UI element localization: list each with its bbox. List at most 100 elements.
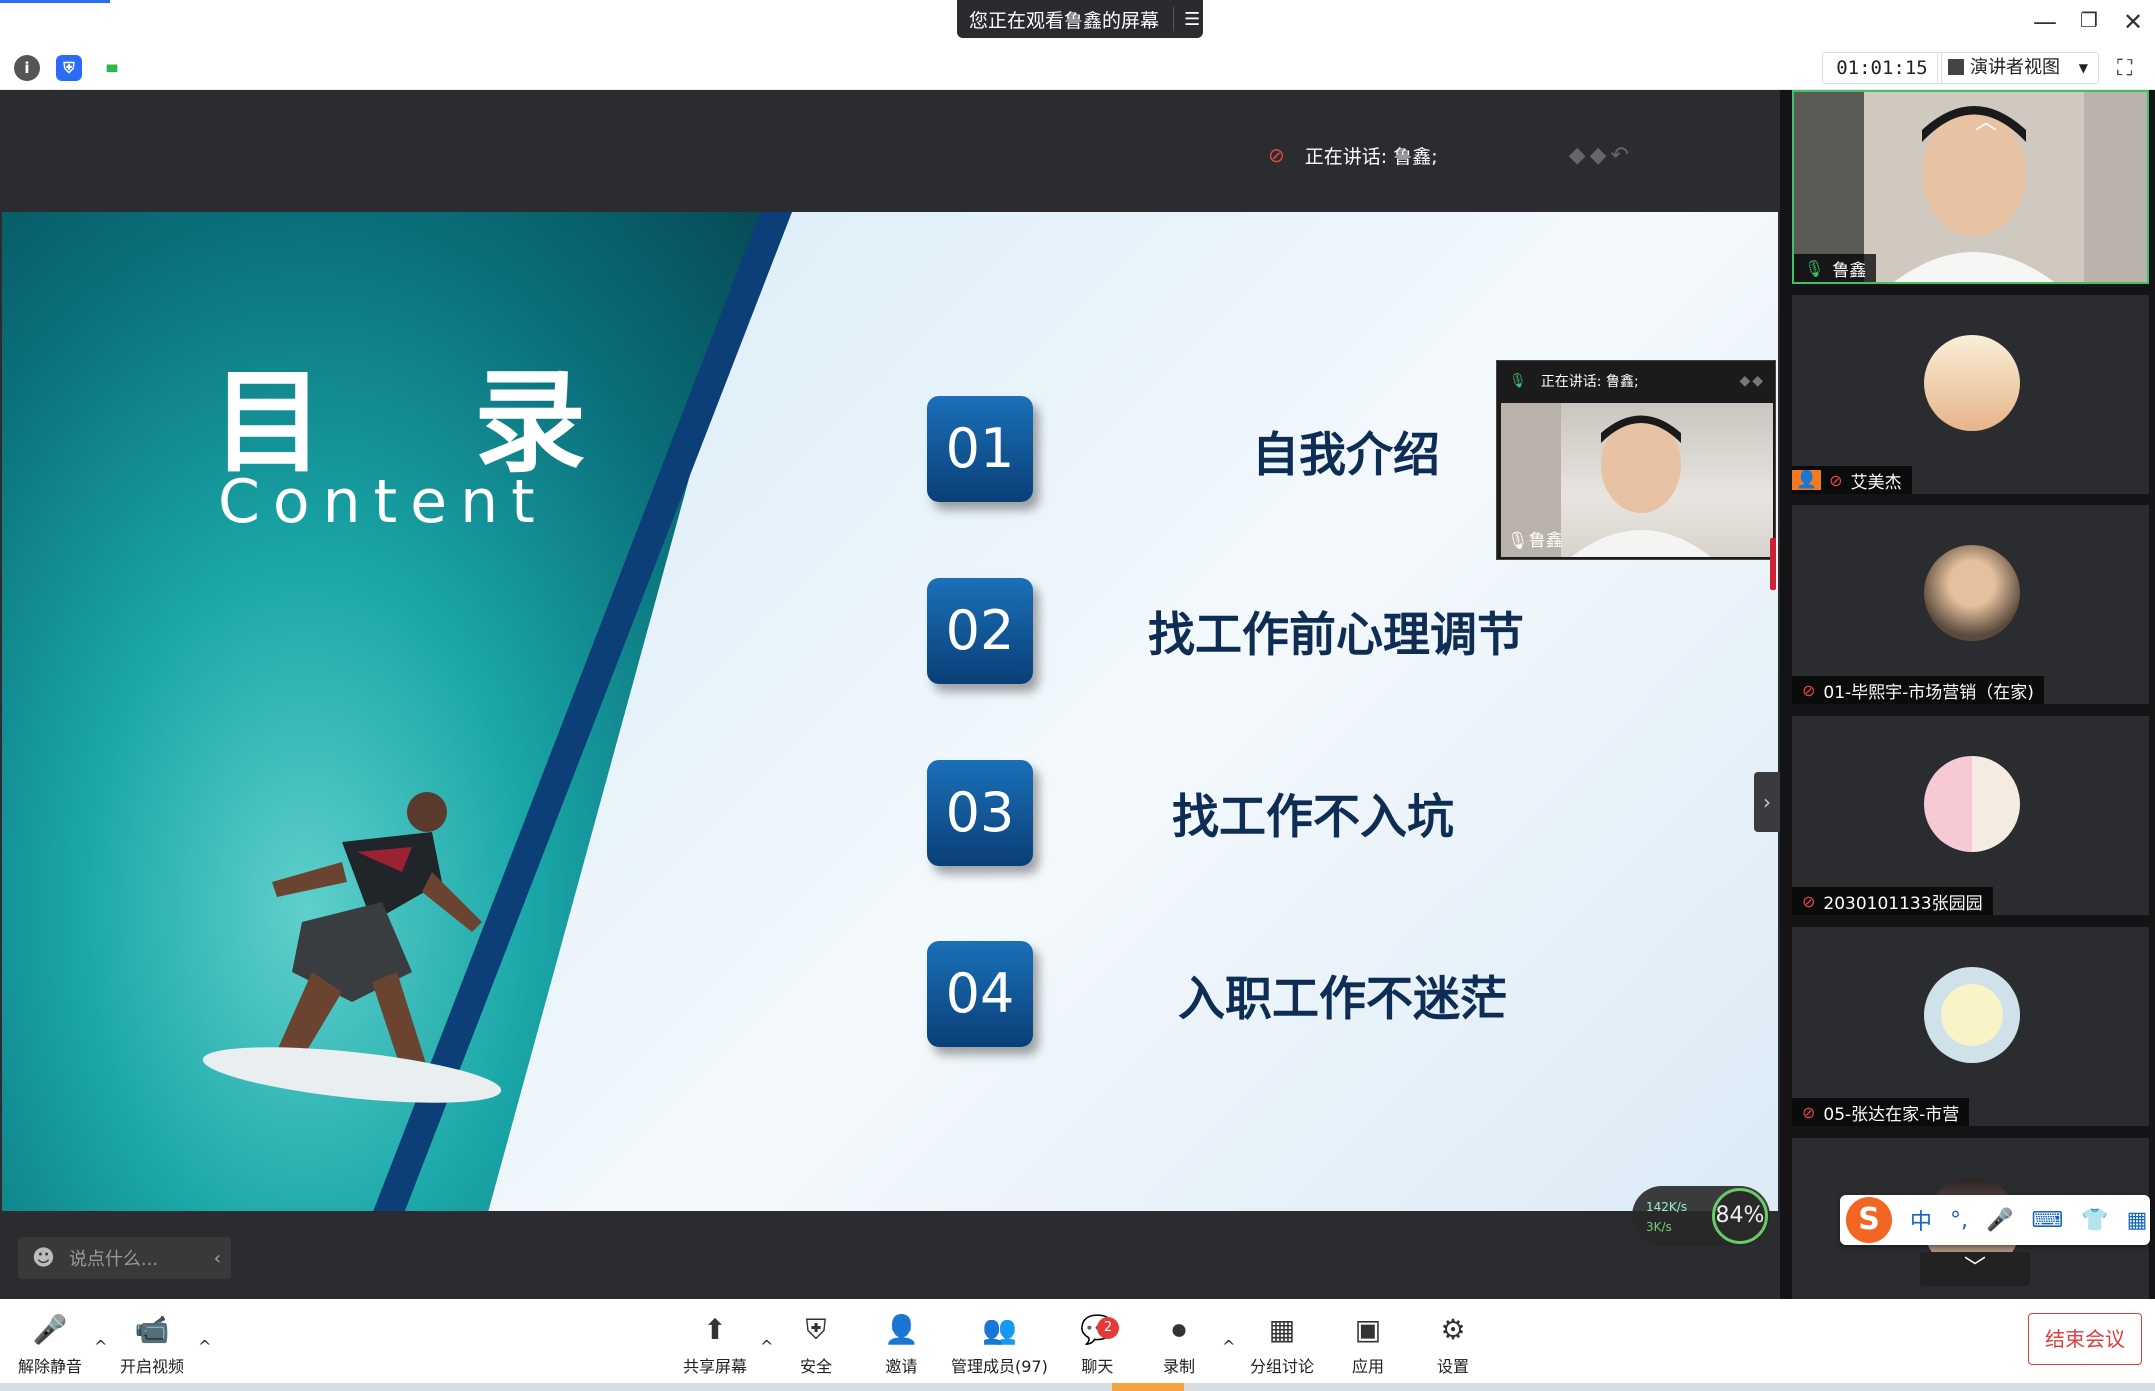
pip-resize-handle[interactable] bbox=[1770, 538, 1776, 590]
chevron-up-icon[interactable]: ︿ bbox=[1975, 104, 1997, 136]
chat-label: 聊天 bbox=[1081, 1357, 1114, 1376]
chat-unread-badge: 2 bbox=[1097, 1317, 1119, 1339]
signal-icon[interactable]: ▮▮▮ bbox=[98, 55, 124, 81]
emoji-icon[interactable]: ☻ bbox=[32, 1246, 55, 1271]
meeting-controls-bar: 🎤 解除静音 ^ 📹 开启视频 ^ ⬆ 共享屏幕 ^ ⛨ 安全 👤 邀请 👥 管理成员(97… bbox=[0, 1299, 2155, 1391]
annotation-arrows-icon[interactable]: ◆◆↶ bbox=[1569, 143, 1633, 168]
speaker-video-pip[interactable]: 🎙 正在讲话: 鲁鑫; ◆◆ 🎙鲁鑫 bbox=[1496, 360, 1776, 560]
banner-menu-icon[interactable]: ☰ bbox=[1184, 9, 1200, 30]
restore-button[interactable]: ❐ bbox=[2069, 8, 2109, 32]
start-video-button[interactable]: 📹 开启视频 bbox=[120, 1313, 184, 1377]
participants-sidebar: ︿ 🎙 鲁鑫 👤 ⊘ 艾美杰 ⊘ 01-毕熙宇-市场营销（在家) ⊘ 2030101133… bbox=[1780, 90, 2155, 1299]
chat-placeholder: 说点什么... bbox=[68, 1249, 159, 1270]
item-text-2: 找工作前心理调节 bbox=[1148, 608, 1524, 663]
video-off-icon: 📹 bbox=[134, 1313, 170, 1346]
avatar bbox=[1924, 545, 2020, 641]
item-text-3: 找工作不入坑 bbox=[1172, 790, 1454, 845]
apps-button[interactable]: ▣ 应用 bbox=[1352, 1313, 1384, 1377]
active-speaker-bar: ⊘ 正在讲话: 鲁鑫; ◆◆↶ bbox=[1268, 132, 1633, 178]
participant-label: ⊘ 01-毕熙宇-市场营销（在家) bbox=[1792, 676, 2044, 704]
ime-chinese-mode[interactable]: 中 bbox=[1910, 1204, 1932, 1236]
item-text-4: 入职工作不迷茫 bbox=[1178, 972, 1507, 1027]
muted-mic-icon: ⊘ bbox=[1802, 1102, 1816, 1122]
chevron-up-icon[interactable]: ^ bbox=[760, 1337, 773, 1356]
ime-toolbox-icon[interactable]: ▦ bbox=[2127, 1208, 2148, 1233]
unmute-label: 解除静音 bbox=[18, 1357, 83, 1376]
settings-label: 设置 bbox=[1437, 1357, 1470, 1376]
breakout-label: 分组讨论 bbox=[1250, 1357, 1315, 1376]
taskbar-strip bbox=[0, 1383, 2155, 1391]
ime-voice-icon[interactable]: 🎤 bbox=[1986, 1208, 2013, 1233]
avatar bbox=[1924, 967, 2020, 1063]
end-meeting-button[interactable]: 结束会议 bbox=[2028, 1313, 2142, 1365]
meeting-timer: 01:01:15 bbox=[1822, 52, 1942, 84]
share-screen-icon: ⬆ bbox=[703, 1313, 727, 1346]
active-speaker-label: 正在讲话: 鲁鑫; bbox=[1304, 145, 1438, 168]
muted-mic-icon: ⊘ bbox=[1268, 143, 1285, 167]
shield-icon[interactable]: ⛨ bbox=[56, 55, 82, 81]
pip-header: 🎙 正在讲话: 鲁鑫; ◆◆ bbox=[1497, 361, 1775, 401]
avatar bbox=[1924, 756, 2020, 852]
share-screen-button[interactable]: ⬆ 共享屏幕 bbox=[683, 1313, 747, 1377]
invite-icon: 👤 bbox=[884, 1313, 919, 1346]
fullscreen-icon[interactable]: ⛶ bbox=[2117, 56, 2132, 81]
view-mode-label: 演讲者视图 bbox=[1970, 57, 2060, 78]
participant-tile-4[interactable]: ⊘ 2030101133张园园 bbox=[1792, 716, 2149, 915]
participant-tile-1[interactable]: ︿ 🎙 鲁鑫 bbox=[1792, 90, 2149, 284]
meeting-info-toolbar: i ⛨ ▮▮▮ 01:01:15 演讲者视图 ▼ ⛶ bbox=[0, 46, 2155, 90]
titlebar-accent bbox=[0, 0, 110, 3]
screen-share-banner[interactable]: 您正在观看鲁鑫的屏幕 ☰ bbox=[957, 0, 1203, 38]
participant-tile-2[interactable]: 👤 ⊘ 艾美杰 bbox=[1792, 295, 2149, 494]
chevron-left-icon[interactable]: ‹ bbox=[214, 1248, 221, 1269]
chevron-down-icon: ▼ bbox=[2078, 61, 2088, 75]
info-icon[interactable]: i bbox=[14, 55, 40, 81]
invite-label: 邀请 bbox=[885, 1357, 918, 1376]
slide-subtitle: Content bbox=[218, 467, 548, 537]
ime-punctuation[interactable]: °, bbox=[1950, 1208, 1968, 1233]
ime-keyboard-icon[interactable]: ⌨ bbox=[2031, 1208, 2063, 1233]
pip-speaking-label: 正在讲话: 鲁鑫; bbox=[1540, 374, 1639, 390]
item-number-1: 01 bbox=[927, 396, 1033, 502]
host-icon: 👤 bbox=[1792, 470, 1822, 490]
start-video-label: 开启视频 bbox=[120, 1357, 185, 1376]
ime-skin-icon[interactable]: 👕 bbox=[2081, 1208, 2108, 1233]
apps-icon: ▣ bbox=[1354, 1313, 1382, 1346]
pip-arrows-icon[interactable]: ◆◆ bbox=[1739, 373, 1765, 389]
item-number-4: 04 bbox=[927, 941, 1033, 1047]
participant-label: ⊘ 2030101133张园园 bbox=[1792, 887, 1993, 915]
members-label: 管理成员(97) bbox=[951, 1357, 1048, 1376]
muted-mic-icon: ⊘ bbox=[1802, 891, 1816, 911]
breakout-icon: ▦ bbox=[1268, 1313, 1296, 1346]
minimize-button[interactable]: — bbox=[2025, 8, 2065, 36]
participant-tile-5[interactable]: ⊘ 05-张达在家-市营 bbox=[1792, 927, 2149, 1126]
chevron-down-icon[interactable]: ﹀ bbox=[1920, 1252, 2030, 1286]
participant-tile-3[interactable]: ⊘ 01-毕熙宇-市场营销（在家) bbox=[1792, 505, 2149, 704]
chat-quick-input[interactable]: ☻ 说点什么... ‹ bbox=[18, 1237, 231, 1279]
sidebar-collapse-button[interactable]: › bbox=[1754, 772, 1780, 832]
manage-members-button[interactable]: 👥 管理成员(97) bbox=[951, 1313, 1048, 1377]
unmute-button[interactable]: 🎤 解除静音 bbox=[18, 1313, 82, 1377]
network-status-widget[interactable]: 142K/s 3K/s 84% bbox=[1632, 1186, 1770, 1246]
view-mode-dropdown[interactable]: 演讲者视图 ▼ bbox=[1937, 52, 2099, 84]
sogou-logo-icon[interactable]: S bbox=[1846, 1197, 1892, 1243]
taskbar-active-item[interactable] bbox=[1112, 1383, 1184, 1391]
chevron-up-icon[interactable]: ^ bbox=[1222, 1337, 1235, 1356]
security-label: 安全 bbox=[800, 1357, 833, 1376]
muted-mic-icon: 🎤 bbox=[32, 1313, 68, 1346]
record-button[interactable]: ⏺ 录制 bbox=[1163, 1313, 1195, 1377]
chevron-up-icon[interactable]: ^ bbox=[198, 1337, 211, 1356]
settings-button[interactable]: ⚙ 设置 bbox=[1437, 1313, 1469, 1377]
members-icon: 👥 bbox=[981, 1313, 1017, 1346]
muted-mic-icon: ⊘ bbox=[1802, 680, 1816, 700]
participant-label: ⊘ 05-张达在家-市营 bbox=[1792, 1098, 1970, 1126]
close-button[interactable]: ✕ bbox=[2113, 8, 2153, 36]
record-icon: ⏺ bbox=[1172, 1313, 1187, 1346]
security-button[interactable]: ⛨ 安全 bbox=[800, 1313, 832, 1377]
pip-video-feed: 🎙鲁鑫 bbox=[1501, 403, 1773, 557]
breakout-rooms-button[interactable]: ▦ 分组讨论 bbox=[1250, 1313, 1314, 1377]
participant-label: 👤 ⊘ 艾美杰 bbox=[1792, 466, 1912, 494]
chevron-up-icon[interactable]: ^ bbox=[94, 1337, 107, 1356]
ime-toolbar[interactable]: S 中 °, 🎤 ⌨ 👕 ▦ bbox=[1840, 1195, 2150, 1245]
item-number-2: 02 bbox=[927, 578, 1033, 684]
invite-button[interactable]: 👤 邀请 bbox=[884, 1313, 919, 1377]
